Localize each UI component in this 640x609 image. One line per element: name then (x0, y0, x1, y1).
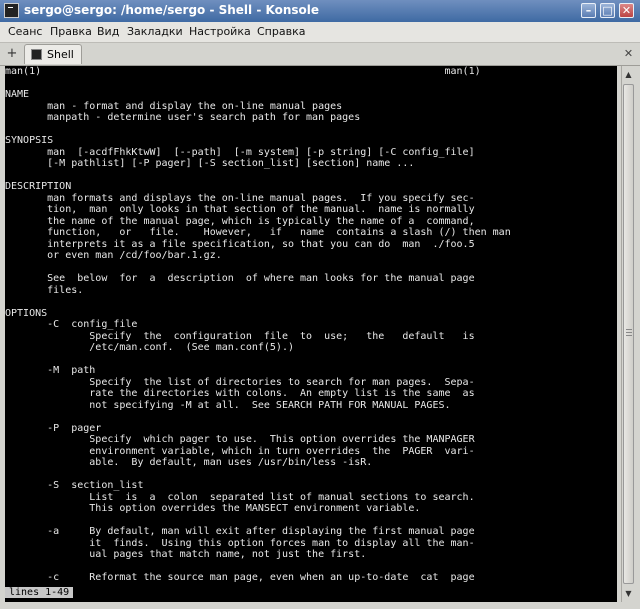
minimize-button[interactable]: – (581, 3, 596, 18)
terminal-app-icon[interactable] (4, 3, 19, 18)
konsole-window: sergo@sergo: /home/sergo - Shell - Konso… (0, 0, 640, 609)
menu-help[interactable]: Справка (257, 25, 305, 38)
menu-session[interactable]: Сеанс (8, 25, 42, 38)
menu-view[interactable]: Вид (97, 25, 119, 38)
tab-label: Shell (47, 48, 74, 61)
menu-settings[interactable]: Настройка (189, 25, 251, 38)
terminal-scrollbar[interactable]: ▲ ▼ (621, 66, 635, 602)
title-bar[interactable]: sergo@sergo: /home/sergo - Shell - Konso… (0, 0, 640, 22)
menu-bookmarks[interactable]: Закладки (127, 25, 183, 38)
menu-bar: Сеанс Правка Вид Закладки Настройка Спра… (0, 22, 640, 43)
terminal-icon (31, 49, 42, 60)
tab-bar: + Shell ✕ (0, 43, 640, 66)
pager-status: lines 1-49 (5, 587, 74, 598)
scroll-down-icon[interactable]: ▼ (622, 587, 635, 600)
new-tab-button[interactable]: + (4, 47, 20, 61)
scroll-up-icon[interactable]: ▲ (622, 68, 635, 81)
maximize-button[interactable]: □ (600, 3, 615, 18)
close-tab-button[interactable]: ✕ (621, 47, 636, 61)
close-button[interactable]: ✕ (619, 3, 634, 18)
menu-edit[interactable]: Правка (50, 25, 92, 38)
terminal-view[interactable]: man(1) man(1) NAME man - format and disp… (5, 66, 617, 602)
window-title: sergo@sergo: /home/sergo - Shell - Konso… (24, 3, 320, 17)
terminal-output: man(1) man(1) NAME man - format and disp… (5, 66, 511, 583)
tab-shell[interactable]: Shell (24, 44, 82, 64)
scrollbar-thumb[interactable] (623, 84, 634, 584)
